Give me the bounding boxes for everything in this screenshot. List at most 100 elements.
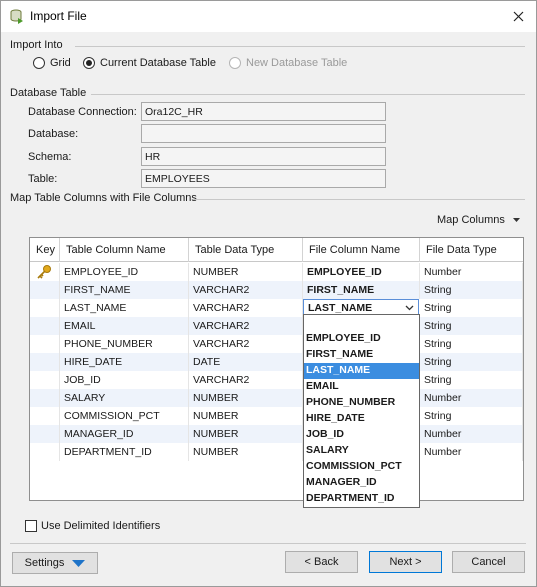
radio-grid[interactable]: Grid <box>33 57 71 69</box>
table-row[interactable]: JOB_ID VARCHAR2 String <box>30 371 523 389</box>
cell-file-data-type: String <box>420 281 523 299</box>
cell-table-data-type: VARCHAR2 <box>189 299 303 317</box>
dropdown-option[interactable]: FIRST_NAME <box>304 347 419 363</box>
checkbox-box <box>25 520 37 532</box>
header-table-data-type: Table Data Type <box>189 238 303 262</box>
cell-table-column-name: COMMISSION_PCT <box>60 407 189 425</box>
map-columns-label: Map Columns <box>437 214 505 226</box>
dropdown-option[interactable]: HIRE_DATE <box>304 411 419 427</box>
cell-table-data-type: VARCHAR2 <box>189 335 303 353</box>
cell-key <box>30 263 60 281</box>
radio-circle-disabled <box>229 57 241 69</box>
cell-table-data-type: NUMBER <box>189 425 303 443</box>
close-icon <box>513 11 523 21</box>
cell-table-column-name: LAST_NAME <box>60 299 189 317</box>
header-key: Key <box>30 238 60 262</box>
cell-file-data-type: String <box>420 335 523 353</box>
next-button[interactable]: Next > <box>369 551 442 573</box>
header-file-column-name: File Column Name <box>303 238 420 262</box>
radio-label: New Database Table <box>246 57 348 69</box>
table-field[interactable]: EMPLOYEES <box>141 169 386 188</box>
cell-key <box>30 389 60 407</box>
database-connection-field[interactable]: Ora12C_HR <box>141 102 386 121</box>
cell-key <box>30 353 60 371</box>
cell-table-data-type: DATE <box>189 353 303 371</box>
close-button[interactable] <box>506 5 530 27</box>
table-row[interactable]: EMPLOYEE_ID NUMBER EMPLOYEE_ID Number <box>30 263 523 281</box>
table-label: Table: <box>28 173 58 185</box>
cell-table-column-name: DEPARTMENT_ID <box>60 443 189 461</box>
table-row[interactable]: LAST_NAME VARCHAR2 String LAST_NAME <box>30 299 523 317</box>
separator <box>75 46 525 47</box>
table-header: Key Table Column Name Table Data Type Fi… <box>30 238 523 262</box>
table-row[interactable]: SALARY NUMBER Number <box>30 389 523 407</box>
cell-table-data-type: VARCHAR2 <box>189 281 303 299</box>
database-field[interactable] <box>141 124 386 143</box>
cell-table-column-name: SALARY <box>60 389 189 407</box>
table-row[interactable]: COMMISSION_PCT NUMBER String <box>30 407 523 425</box>
schema-label: Schema: <box>28 151 72 163</box>
dropdown-option[interactable]: LAST_NAME <box>304 363 419 379</box>
window-title: Import File <box>30 9 87 23</box>
separator <box>91 94 525 95</box>
cell-key <box>30 281 60 299</box>
cell-file-column-name[interactable]: EMPLOYEE_ID <box>303 263 420 281</box>
cancel-button[interactable]: Cancel <box>452 551 525 573</box>
radio-new-database-table[interactable]: New Database Table <box>229 57 347 69</box>
radio-current-database-table[interactable]: Current Database Table <box>83 57 216 69</box>
dropdown-option[interactable]: PHONE_NUMBER <box>304 395 419 411</box>
dropdown-option[interactable]: MANAGER_ID <box>304 475 419 491</box>
caret-down-icon <box>512 217 520 222</box>
cell-table-column-name: JOB_ID <box>60 371 189 389</box>
schema-field[interactable]: HR <box>141 147 386 166</box>
radio-circle <box>33 57 45 69</box>
cell-file-data-type: String <box>420 353 523 371</box>
use-delimited-identifiers-checkbox[interactable]: Use Delimited Identifiers <box>25 520 160 532</box>
table-row[interactable]: DEPARTMENT_ID NUMBER Number <box>30 443 523 461</box>
cell-file-column-name[interactable]: FIRST_NAME <box>303 281 420 299</box>
dropdown-option[interactable]: SALARY <box>304 443 419 459</box>
cell-file-data-type: String <box>420 299 523 317</box>
cell-table-column-name: PHONE_NUMBER <box>60 335 189 353</box>
cell-key <box>30 371 60 389</box>
table-row[interactable]: PHONE_NUMBER VARCHAR2 String <box>30 335 523 353</box>
table-row[interactable]: HIRE_DATE DATE String <box>30 353 523 371</box>
dropdown-option[interactable]: DEPARTMENT_ID <box>304 491 419 507</box>
cell-table-data-type: VARCHAR2 <box>189 371 303 389</box>
cancel-label: Cancel <box>471 556 506 568</box>
cell-table-data-type: NUMBER <box>189 389 303 407</box>
dropdown-option[interactable] <box>304 315 419 331</box>
separator <box>10 543 526 544</box>
map-columns-menu[interactable]: Map Columns <box>437 214 520 226</box>
database-import-icon <box>10 9 23 24</box>
dropdown-option[interactable]: EMPLOYEE_ID <box>304 331 419 347</box>
table-row[interactable]: EMAIL VARCHAR2 String <box>30 317 523 335</box>
back-button[interactable]: < Back <box>285 551 358 573</box>
settings-label: Settings <box>24 557 65 569</box>
cell-key <box>30 407 60 425</box>
database-table-label: Database Table <box>10 87 87 99</box>
cell-table-column-name: MANAGER_ID <box>60 425 189 443</box>
header-file-data-type: File Data Type <box>426 244 497 256</box>
table-row[interactable]: FIRST_NAME VARCHAR2 FIRST_NAME String <box>30 281 523 299</box>
file-column-dropdown-list[interactable]: EMPLOYEE_ID FIRST_NAME LAST_NAME EMAIL PHONE… <box>303 314 420 508</box>
cell-key <box>30 443 60 461</box>
title-bar: Import File <box>1 1 536 32</box>
checkbox-label: Use Delimited Identifiers <box>41 520 161 532</box>
cell-key <box>30 299 60 317</box>
import-into-label: Import Into <box>10 39 63 51</box>
import-file-dialog: Import File Import Into Grid Current Dat… <box>0 0 537 587</box>
database-connection-label: Database Connection: <box>28 106 137 118</box>
cell-file-data-type: String <box>420 407 523 425</box>
dropdown-option[interactable]: JOB_ID <box>304 427 419 443</box>
dropdown-option[interactable]: EMAIL <box>304 379 419 395</box>
cell-key <box>30 317 60 335</box>
cell-table-column-name: FIRST_NAME <box>60 281 189 299</box>
table-row[interactable]: MANAGER_ID NUMBER Number <box>30 425 523 443</box>
cell-file-data-type: Number <box>420 425 523 443</box>
dropdown-option[interactable]: COMMISSION_PCT <box>304 459 419 475</box>
cell-file-data-type: Number <box>420 389 523 407</box>
settings-button[interactable]: Settings <box>12 552 98 574</box>
cell-table-data-type: VARCHAR2 <box>189 317 303 335</box>
combobox-value: LAST_NAME <box>308 302 373 314</box>
